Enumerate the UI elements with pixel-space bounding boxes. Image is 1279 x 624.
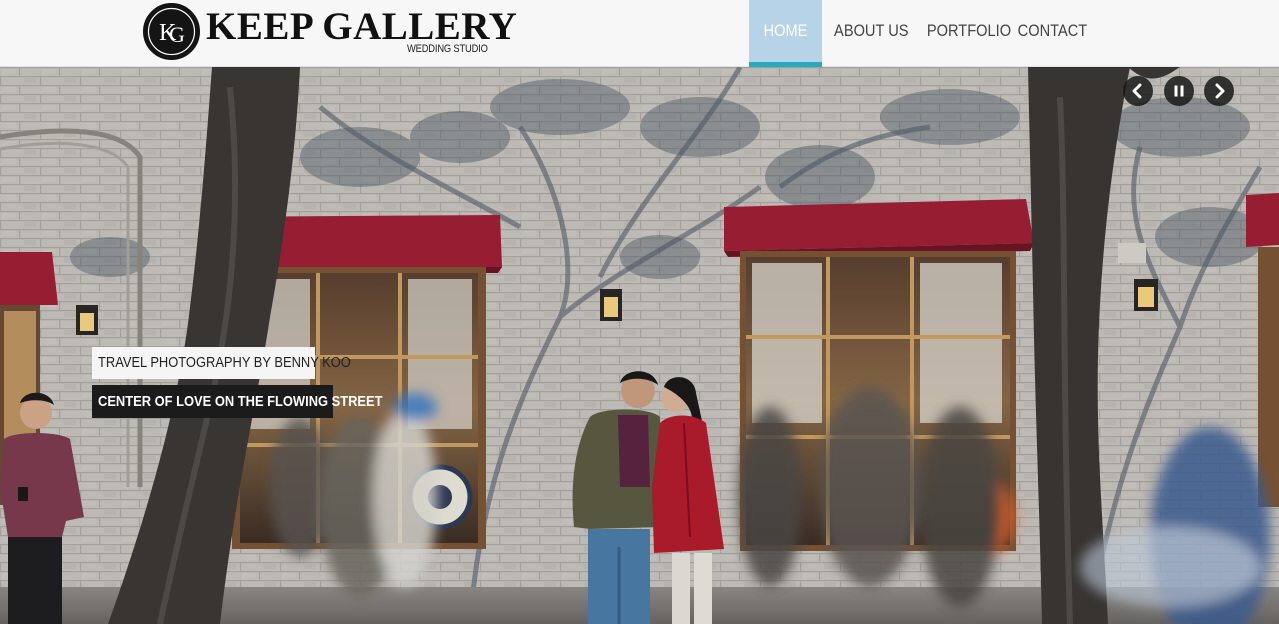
chevron-right-icon: [1215, 83, 1225, 99]
main-navigation: HOME ABOUT US PORTFOLIO CONTACT: [749, 0, 1097, 67]
nav-about-us[interactable]: ABOUT US: [822, 0, 920, 67]
slide-caption-secondary-text: CENTER OF LOVE ON THE FLOWING STREET: [98, 393, 383, 410]
site-header: K G KEEP GALLERY WEDDING STUDIO HOME ABO…: [0, 0, 1279, 67]
previous-slide-button[interactable]: [1123, 76, 1153, 106]
site-logo[interactable]: K G KEEP GALLERY WEDDING STUDIO: [143, 3, 517, 61]
nav-home-label: HOME: [763, 21, 808, 40]
slide-caption-primary: TRAVEL PHOTOGRAPHY BY BENNY KOO: [92, 347, 351, 379]
nav-portfolio[interactable]: PORTFOLIO: [920, 0, 1011, 67]
brand-subtitle: WEDDING STUDIO: [407, 43, 488, 55]
nav-about-us-label: ABOUT US: [833, 21, 909, 40]
next-slide-button[interactable]: [1204, 76, 1234, 106]
slide-photo: [0, 67, 1279, 624]
slide-caption-secondary: CENTER OF LOVE ON THE FLOWING STREET: [92, 385, 383, 418]
chevron-left-icon: [1132, 83, 1142, 99]
nav-home[interactable]: HOME: [749, 0, 822, 67]
kg-monogram-icon: K G: [143, 3, 200, 60]
nav-contact-label: CONTACT: [1017, 21, 1087, 40]
svg-text:G: G: [169, 22, 185, 47]
nav-contact[interactable]: CONTACT: [1007, 0, 1097, 67]
nav-portfolio-label: PORTFOLIO: [926, 21, 1012, 40]
pause-icon: [1174, 85, 1184, 97]
pause-slideshow-button[interactable]: [1164, 76, 1194, 106]
hero-slider: TRAVEL PHOTOGRAPHY BY BENNY KOO CENTER O…: [0, 67, 1279, 624]
slide-caption-primary-text: TRAVEL PHOTOGRAPHY BY BENNY KOO: [98, 354, 351, 371]
